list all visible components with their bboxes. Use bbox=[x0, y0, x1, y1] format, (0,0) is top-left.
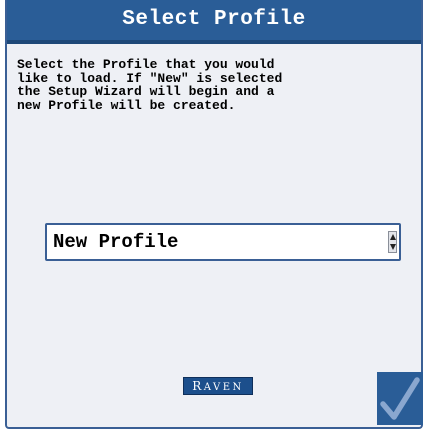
raven-logo: RAVEN bbox=[183, 377, 253, 395]
confirm-button[interactable] bbox=[377, 372, 423, 425]
profile-select-value: New Profile bbox=[53, 231, 179, 253]
dialog-title: Select Profile bbox=[7, 0, 421, 44]
up-down-arrows-icon[interactable] bbox=[388, 231, 397, 253]
instructions-text: Select the Profile that you would like t… bbox=[17, 57, 283, 113]
checkmark-icon bbox=[380, 377, 420, 420]
select-profile-dialog: Select Profile Select the Profile that y… bbox=[5, 0, 423, 429]
profile-select[interactable]: New Profile bbox=[45, 223, 401, 261]
